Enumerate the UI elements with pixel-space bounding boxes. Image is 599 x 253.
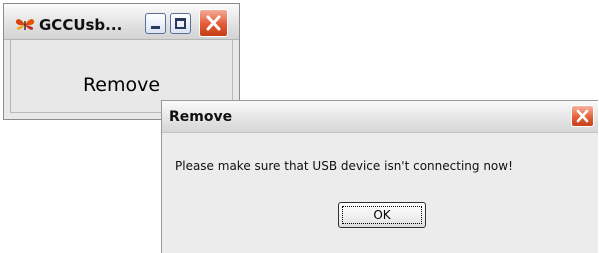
dialog-title: Remove bbox=[169, 109, 233, 125]
close-icon bbox=[206, 15, 221, 31]
dialog-client: Please make sure that USB device isn't c… bbox=[162, 133, 598, 253]
minimize-icon bbox=[151, 26, 160, 29]
ok-button-label: OK bbox=[342, 206, 422, 224]
maximize-button[interactable] bbox=[170, 13, 191, 34]
dialog-titlebar[interactable]: Remove bbox=[162, 101, 598, 133]
dialog-close-button[interactable] bbox=[571, 105, 594, 127]
dialog-message: Please make sure that USB device isn't c… bbox=[175, 159, 513, 173]
main-window-close-button[interactable] bbox=[199, 9, 228, 37]
close-icon bbox=[576, 109, 589, 123]
maximize-icon bbox=[175, 18, 186, 29]
ok-button[interactable]: OK bbox=[338, 202, 426, 228]
main-window-title: GCCUsb... bbox=[39, 16, 123, 34]
remove-label: Remove bbox=[82, 74, 161, 96]
remove-dialog: Remove Please make sure that USB device … bbox=[161, 100, 598, 253]
butterfly-app-icon bbox=[15, 17, 35, 33]
minimize-button[interactable] bbox=[145, 13, 166, 34]
main-window-titlebar[interactable]: GCCUsb... bbox=[4, 4, 239, 40]
